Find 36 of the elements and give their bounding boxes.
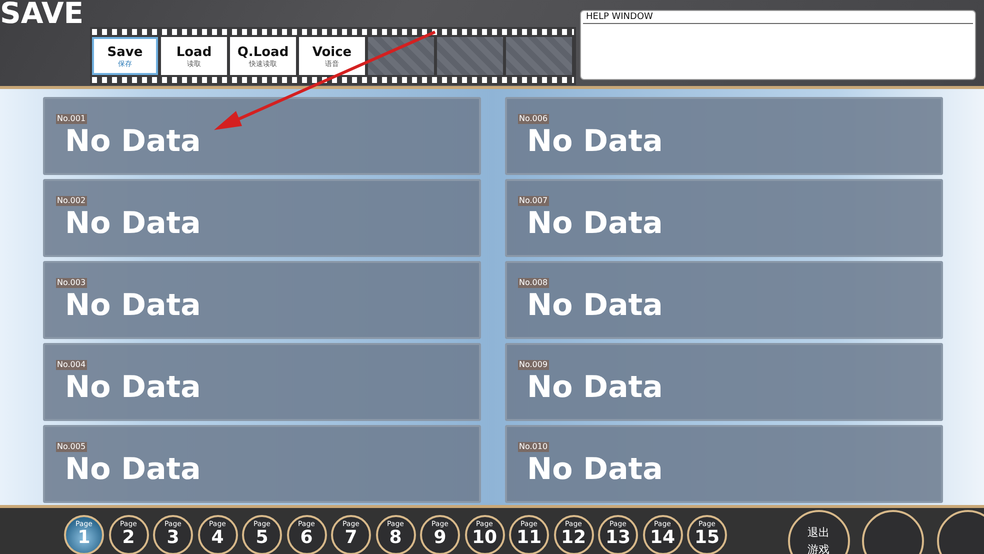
save-slot[interactable]: No.002 No Data [43, 179, 481, 257]
slot-number: No.009 [518, 360, 549, 370]
save-slot[interactable]: No.004 No Data [43, 343, 481, 421]
slot-number: No.004 [56, 360, 87, 370]
slot-number: No.003 [56, 278, 87, 288]
slot-number: No.007 [518, 196, 549, 206]
slot-status: No Data [527, 453, 664, 487]
slot-number: No.010 [518, 442, 549, 452]
empty-frame [437, 37, 503, 75]
save-slot[interactable]: No.005 No Data [43, 425, 481, 503]
slot-number: No.005 [56, 442, 87, 452]
save-slot[interactable]: No.007 No Data [505, 179, 943, 257]
slot-status: No Data [65, 371, 202, 405]
slot-status: No Data [65, 289, 202, 323]
empty-frame [506, 37, 572, 75]
save-slot[interactable]: No.003 No Data [43, 261, 481, 339]
slot-status: No Data [527, 125, 664, 159]
save-slot[interactable]: No.010 No Data [505, 425, 943, 503]
slot-number: No.006 [518, 114, 549, 124]
slot-number: No.001 [56, 114, 87, 124]
slot-status: No Data [65, 453, 202, 487]
slot-status: No Data [65, 207, 202, 241]
empty-frame [368, 37, 434, 75]
save-slot[interactable]: No.008 No Data [505, 261, 943, 339]
round-button[interactable] [862, 510, 924, 554]
save-slot[interactable]: No.006 No Data [505, 97, 943, 175]
slot-number: No.008 [518, 278, 549, 288]
slot-number: No.002 [56, 196, 87, 206]
save-slot[interactable]: No.009 No Data [505, 343, 943, 421]
screen-title: SAVE [0, 0, 84, 30]
slot-status: No Data [65, 125, 202, 159]
slot-status: No Data [527, 371, 664, 405]
slot-status: No Data [527, 207, 664, 241]
save-slot[interactable]: No.001 No Data [43, 97, 481, 175]
slot-status: No Data [527, 289, 664, 323]
help-window-title: HELP WINDOW [583, 11, 973, 24]
